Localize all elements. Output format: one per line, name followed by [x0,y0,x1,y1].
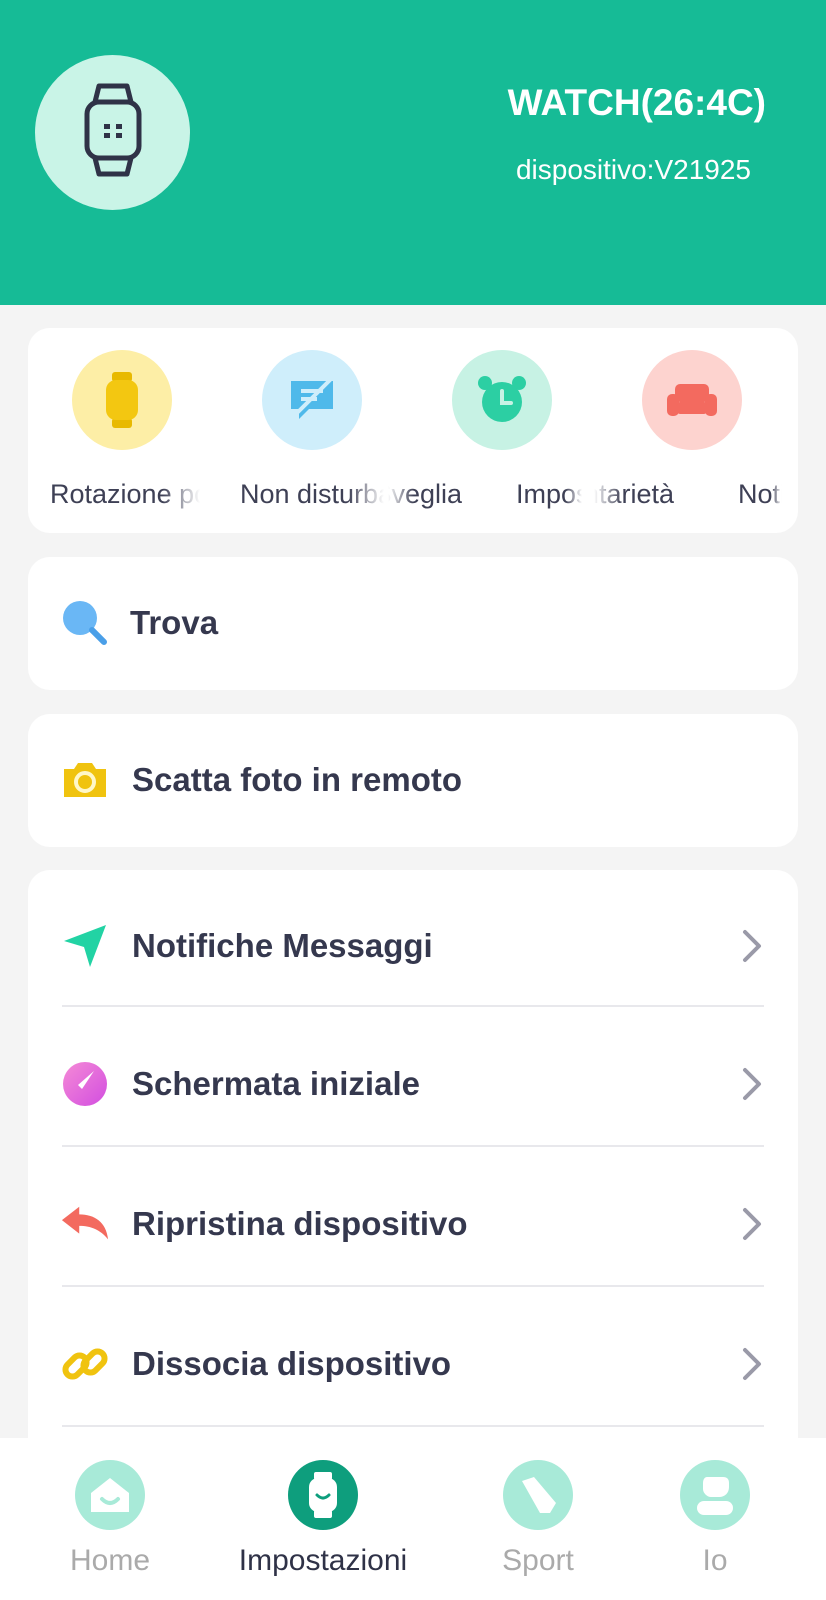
remote-camera-card[interactable]: Scatta foto in remoto [28,714,798,847]
no-message-icon[interactable] [262,350,362,450]
quick-label-non-disturbare[interactable]: Non disturbare [240,479,384,510]
sofa-icon[interactable] [642,350,742,450]
quick-label-rotazione[interactable]: Rotazione polso [50,479,200,510]
watchface-icon [60,1059,110,1109]
device-name: WATCH(26:4C) [507,82,766,123]
divider [62,1285,764,1287]
quick-label-sedentarieta[interactable]: Sedentarietà [594,479,674,510]
quick-label-impostazioni[interactable]: Impostazioni [516,479,582,510]
quick-label-sveglia[interactable]: Sveglia [388,479,462,510]
watch-tab-icon [288,1460,358,1530]
camera-icon [60,755,110,805]
find-label: Trova [130,604,219,641]
tab-label: Impostazioni [238,1544,408,1577]
settings-item-label: Schermata iniziale [132,1065,420,1102]
divider [62,1005,764,1007]
tab-io[interactable]: Io [655,1438,775,1600]
smartwatch-icon [81,82,145,183]
tab-label: Io [702,1544,728,1577]
send-arrow-icon [60,921,110,971]
tab-impostazioni[interactable]: Impostazioni [223,1438,423,1600]
unlink-icon [60,1339,110,1389]
magnifier-icon [60,598,110,648]
chevron-right-icon [740,1204,764,1244]
settings-item-schermata-iniziale[interactable]: Schermata iniziale [28,1034,798,1134]
device-id: dispositivo:V21925 [515,154,751,185]
reset-arrow-icon [60,1199,110,1249]
find-card[interactable]: Trova [28,557,798,690]
divider [62,1145,764,1147]
settings-item-label: Dissocia dispositivo [132,1345,452,1382]
shoe-icon [503,1460,573,1530]
remote-camera-label: Scatta foto in remoto [132,761,463,798]
alarm-clock-icon[interactable] [452,350,552,450]
settings-item-ripristina-dispositivo[interactable]: Ripristina dispositivo [28,1174,798,1274]
find-row[interactable]: Trova [28,573,798,673]
tab-sport[interactable]: Sport [478,1438,598,1600]
quick-label-notifiche[interactable]: Notifiche [738,479,782,510]
bottom-tab-bar: Home Impostazioni Sport Io [0,1438,826,1600]
home-icon [75,1460,145,1530]
remote-camera-row[interactable]: Scatta foto in remoto [28,730,798,830]
tab-label: Home [69,1544,151,1577]
settings-list-card: Notifiche Messaggi Schermata iniziale Ri… [28,870,798,1470]
tab-home[interactable]: Home [50,1438,170,1600]
device-header: WATCH(26:4C) dispositivo:V21925 [0,0,826,305]
settings-item-label: Ripristina dispositivo [132,1205,468,1242]
settings-item-label: Notifiche Messaggi [132,927,433,964]
divider [62,1425,764,1427]
watch-rotate-icon[interactable] [72,350,172,450]
person-icon [680,1460,750,1530]
chevron-right-icon [740,1064,764,1104]
device-avatar[interactable] [35,55,190,210]
settings-item-notifiche-messaggi[interactable]: Notifiche Messaggi [28,896,798,996]
chevron-right-icon [740,926,764,966]
settings-item-dissocia-dispositivo[interactable]: Dissocia dispositivo [28,1314,798,1414]
quick-actions-card: Rotazione polso Non disturbare Sveglia I… [28,328,798,533]
tab-label: Sport [502,1544,574,1577]
chevron-right-icon [740,1344,764,1384]
